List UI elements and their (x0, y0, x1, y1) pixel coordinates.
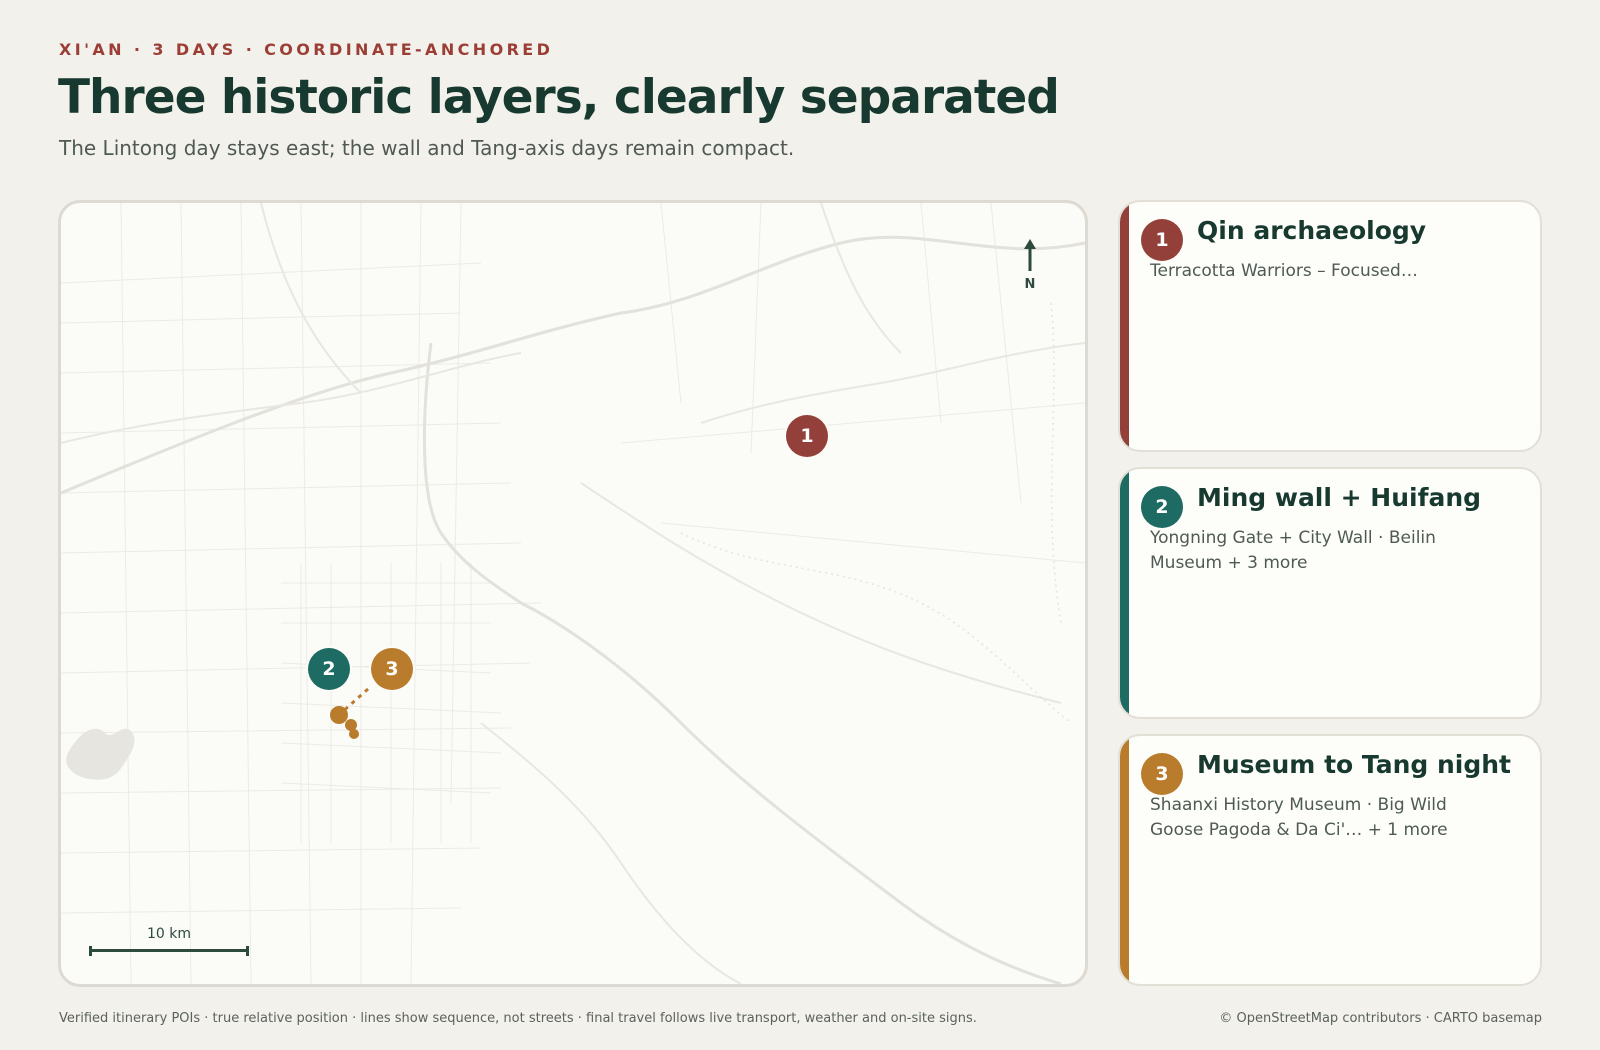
day-1-description: Terracotta Warriors – Focused… (1150, 261, 1418, 281)
day-card-1[interactable]: 1 Qin archaeology Terracotta Warriors – … (1118, 200, 1542, 452)
page-subtitle: The Lintong day stays east; the wall and… (59, 136, 795, 160)
north-arrow-icon (1024, 239, 1036, 271)
day-2-title: Ming wall + Huifang (1197, 483, 1482, 512)
map-panel[interactable]: 1 2 3 N 10 km (58, 200, 1088, 987)
day-3-badge: 3 (1141, 753, 1183, 795)
page-title: Three historic layers, clearly separated (58, 70, 1060, 125)
day-1-marker[interactable]: 1 (786, 415, 828, 457)
day-3-marker[interactable]: 3 (371, 648, 413, 690)
day-2-description: Yongning Gate + City Wall · Beilin Museu… (1150, 528, 1436, 573)
day-2-stripe (1120, 469, 1129, 717)
map-attribution[interactable]: © OpenStreetMap contributors · CARTO bas… (1219, 1011, 1542, 1026)
day-2-marker[interactable]: 2 (308, 648, 350, 690)
day-1-title: Qin archaeology (1197, 216, 1427, 245)
day-3-title: Museum to Tang night (1197, 750, 1512, 779)
north-label: N (1024, 277, 1036, 292)
scale-label: 10 km (147, 926, 192, 942)
north-indicator: N (1023, 239, 1037, 292)
day-1-stripe (1120, 202, 1129, 450)
day-3-stripe (1120, 736, 1129, 984)
footer-note: Verified itinerary POIs · true relative … (59, 1011, 977, 1026)
basemap (61, 203, 1085, 984)
day-2-badge: 2 (1141, 486, 1183, 528)
trip-kicker: XI'AN · 3 DAYS · COORDINATE-ANCHORED (59, 40, 554, 59)
day-1-badge: 1 (1141, 219, 1183, 261)
day-3-description: Shaanxi History Museum · Big Wild Goose … (1150, 795, 1448, 840)
day-card-3[interactable]: 3 Museum to Tang night Shaanxi History M… (1118, 734, 1542, 986)
scale-bar: 10 km (89, 926, 249, 956)
day-card-2[interactable]: 2 Ming wall + Huifang Yongning Gate + Ci… (1118, 467, 1542, 719)
scale-line (89, 946, 249, 956)
